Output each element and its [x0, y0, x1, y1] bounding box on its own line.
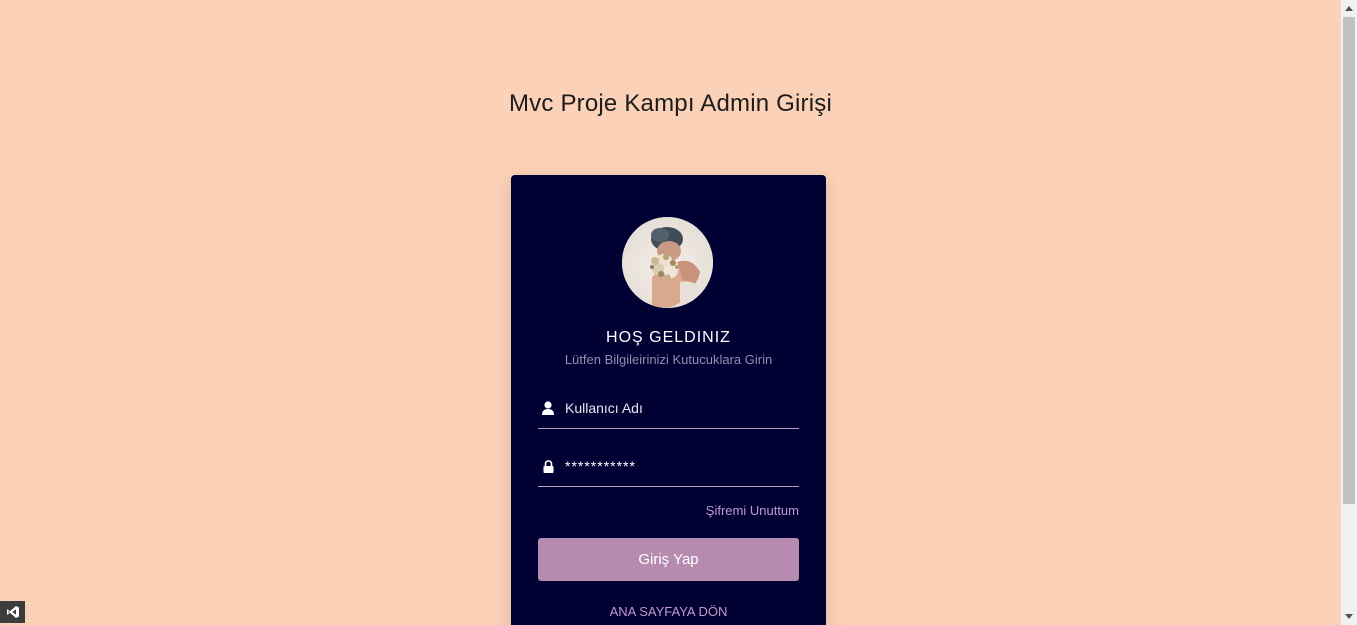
- visual-studio-icon[interactable]: [0, 601, 25, 623]
- user-icon: [539, 399, 557, 417]
- forgot-password-link[interactable]: Şifremi Unuttum: [706, 503, 799, 518]
- page-title: Mvc Proje Kampı Admin Girişi: [508, 90, 832, 117]
- lock-icon: [539, 457, 557, 475]
- welcome-title: HOŞ GELDINIZ: [606, 329, 731, 346]
- scrollbar-thumb[interactable]: [1343, 17, 1355, 504]
- login-card: HOŞ GELDINIZ Lütfen Bilgileirinizi Kutuc…: [511, 175, 826, 625]
- scroll-up-arrow-icon[interactable]: [1341, 0, 1357, 17]
- avatar: [622, 217, 713, 308]
- user-photo-icon: [622, 217, 713, 308]
- login-page: Mvc Proje Kampı Admin Girişi HOŞ GELDINI…: [0, 0, 1357, 625]
- home-link[interactable]: ANA SAYFAYA DÖN: [511, 604, 826, 619]
- welcome-subtitle: Lütfen Bilgileirinizi Kutucuklara Girin: [564, 352, 773, 367]
- login-button[interactable]: Giriş Yap: [538, 538, 799, 581]
- username-input[interactable]: [565, 396, 799, 420]
- password-field: [538, 446, 799, 487]
- vertical-scrollbar[interactable]: [1341, 0, 1357, 625]
- username-field: [538, 388, 799, 429]
- scroll-down-arrow-icon[interactable]: [1341, 608, 1357, 625]
- password-input[interactable]: [565, 454, 799, 478]
